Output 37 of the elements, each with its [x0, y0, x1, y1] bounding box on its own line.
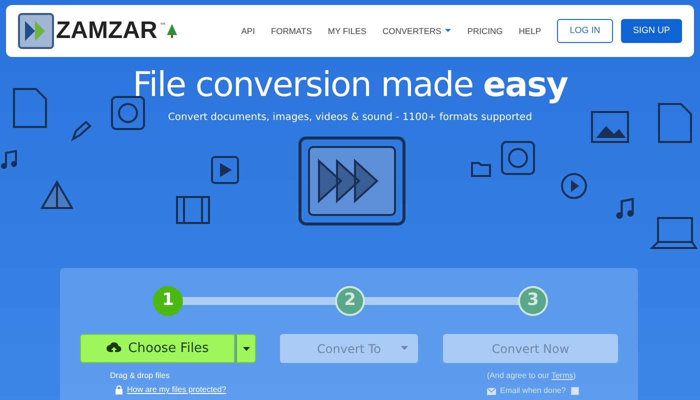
step-indicator: 2: [335, 286, 365, 316]
caret-icon: [401, 346, 408, 350]
nav-link[interactable]: CONVERTERS: [374, 24, 460, 38]
play-icon: [210, 155, 240, 185]
logo-icon: [18, 13, 54, 49]
nav-link[interactable]: PRICING: [459, 24, 511, 38]
lock-icon: [115, 385, 123, 395]
folder-icon: [470, 160, 492, 178]
drag-drop-hint: Drag & drop files: [110, 370, 170, 382]
laptop-icon: [650, 215, 698, 251]
choose-files-button[interactable]: Choose Files: [80, 334, 235, 363]
step-indicator: 1: [153, 286, 183, 316]
hero-subtitle: Convert documents, images, videos & sound - 1100+ formats supported: [166, 111, 534, 126]
music-note-icon: [0, 150, 18, 170]
step-indicator: 3: [518, 286, 548, 316]
log-in-button[interactable]: LOG IN: [557, 19, 613, 43]
image-icon: [590, 110, 630, 144]
file-icon: [10, 85, 50, 131]
terms-agreement: (And agree to our Terms): [487, 370, 576, 382]
tree-icon: [166, 23, 178, 39]
nav-link[interactable]: MY FILES: [320, 24, 374, 38]
nav-link[interactable]: API: [233, 24, 263, 38]
envelope-icon: [487, 388, 496, 395]
sign-up-button[interactable]: SIGN UP: [621, 19, 682, 43]
file-icon: [655, 100, 695, 146]
film-icon: [175, 195, 211, 225]
nav-link[interactable]: HELP: [510, 24, 549, 38]
play-circle-icon: [560, 172, 588, 200]
hero-heading: File conversion made easy: [132, 67, 569, 104]
dropdown-toggle[interactable]: [236, 334, 256, 363]
nav-link[interactable]: FORMATS: [262, 24, 320, 38]
pyramid-icon: [40, 180, 74, 210]
pencil-icon: [70, 120, 92, 142]
email-label: Email when done?: [500, 385, 566, 397]
caret-icon: [242, 346, 250, 350]
music-note-icon: [615, 198, 635, 220]
brand-name: ZAMZAR: [56, 16, 158, 46]
